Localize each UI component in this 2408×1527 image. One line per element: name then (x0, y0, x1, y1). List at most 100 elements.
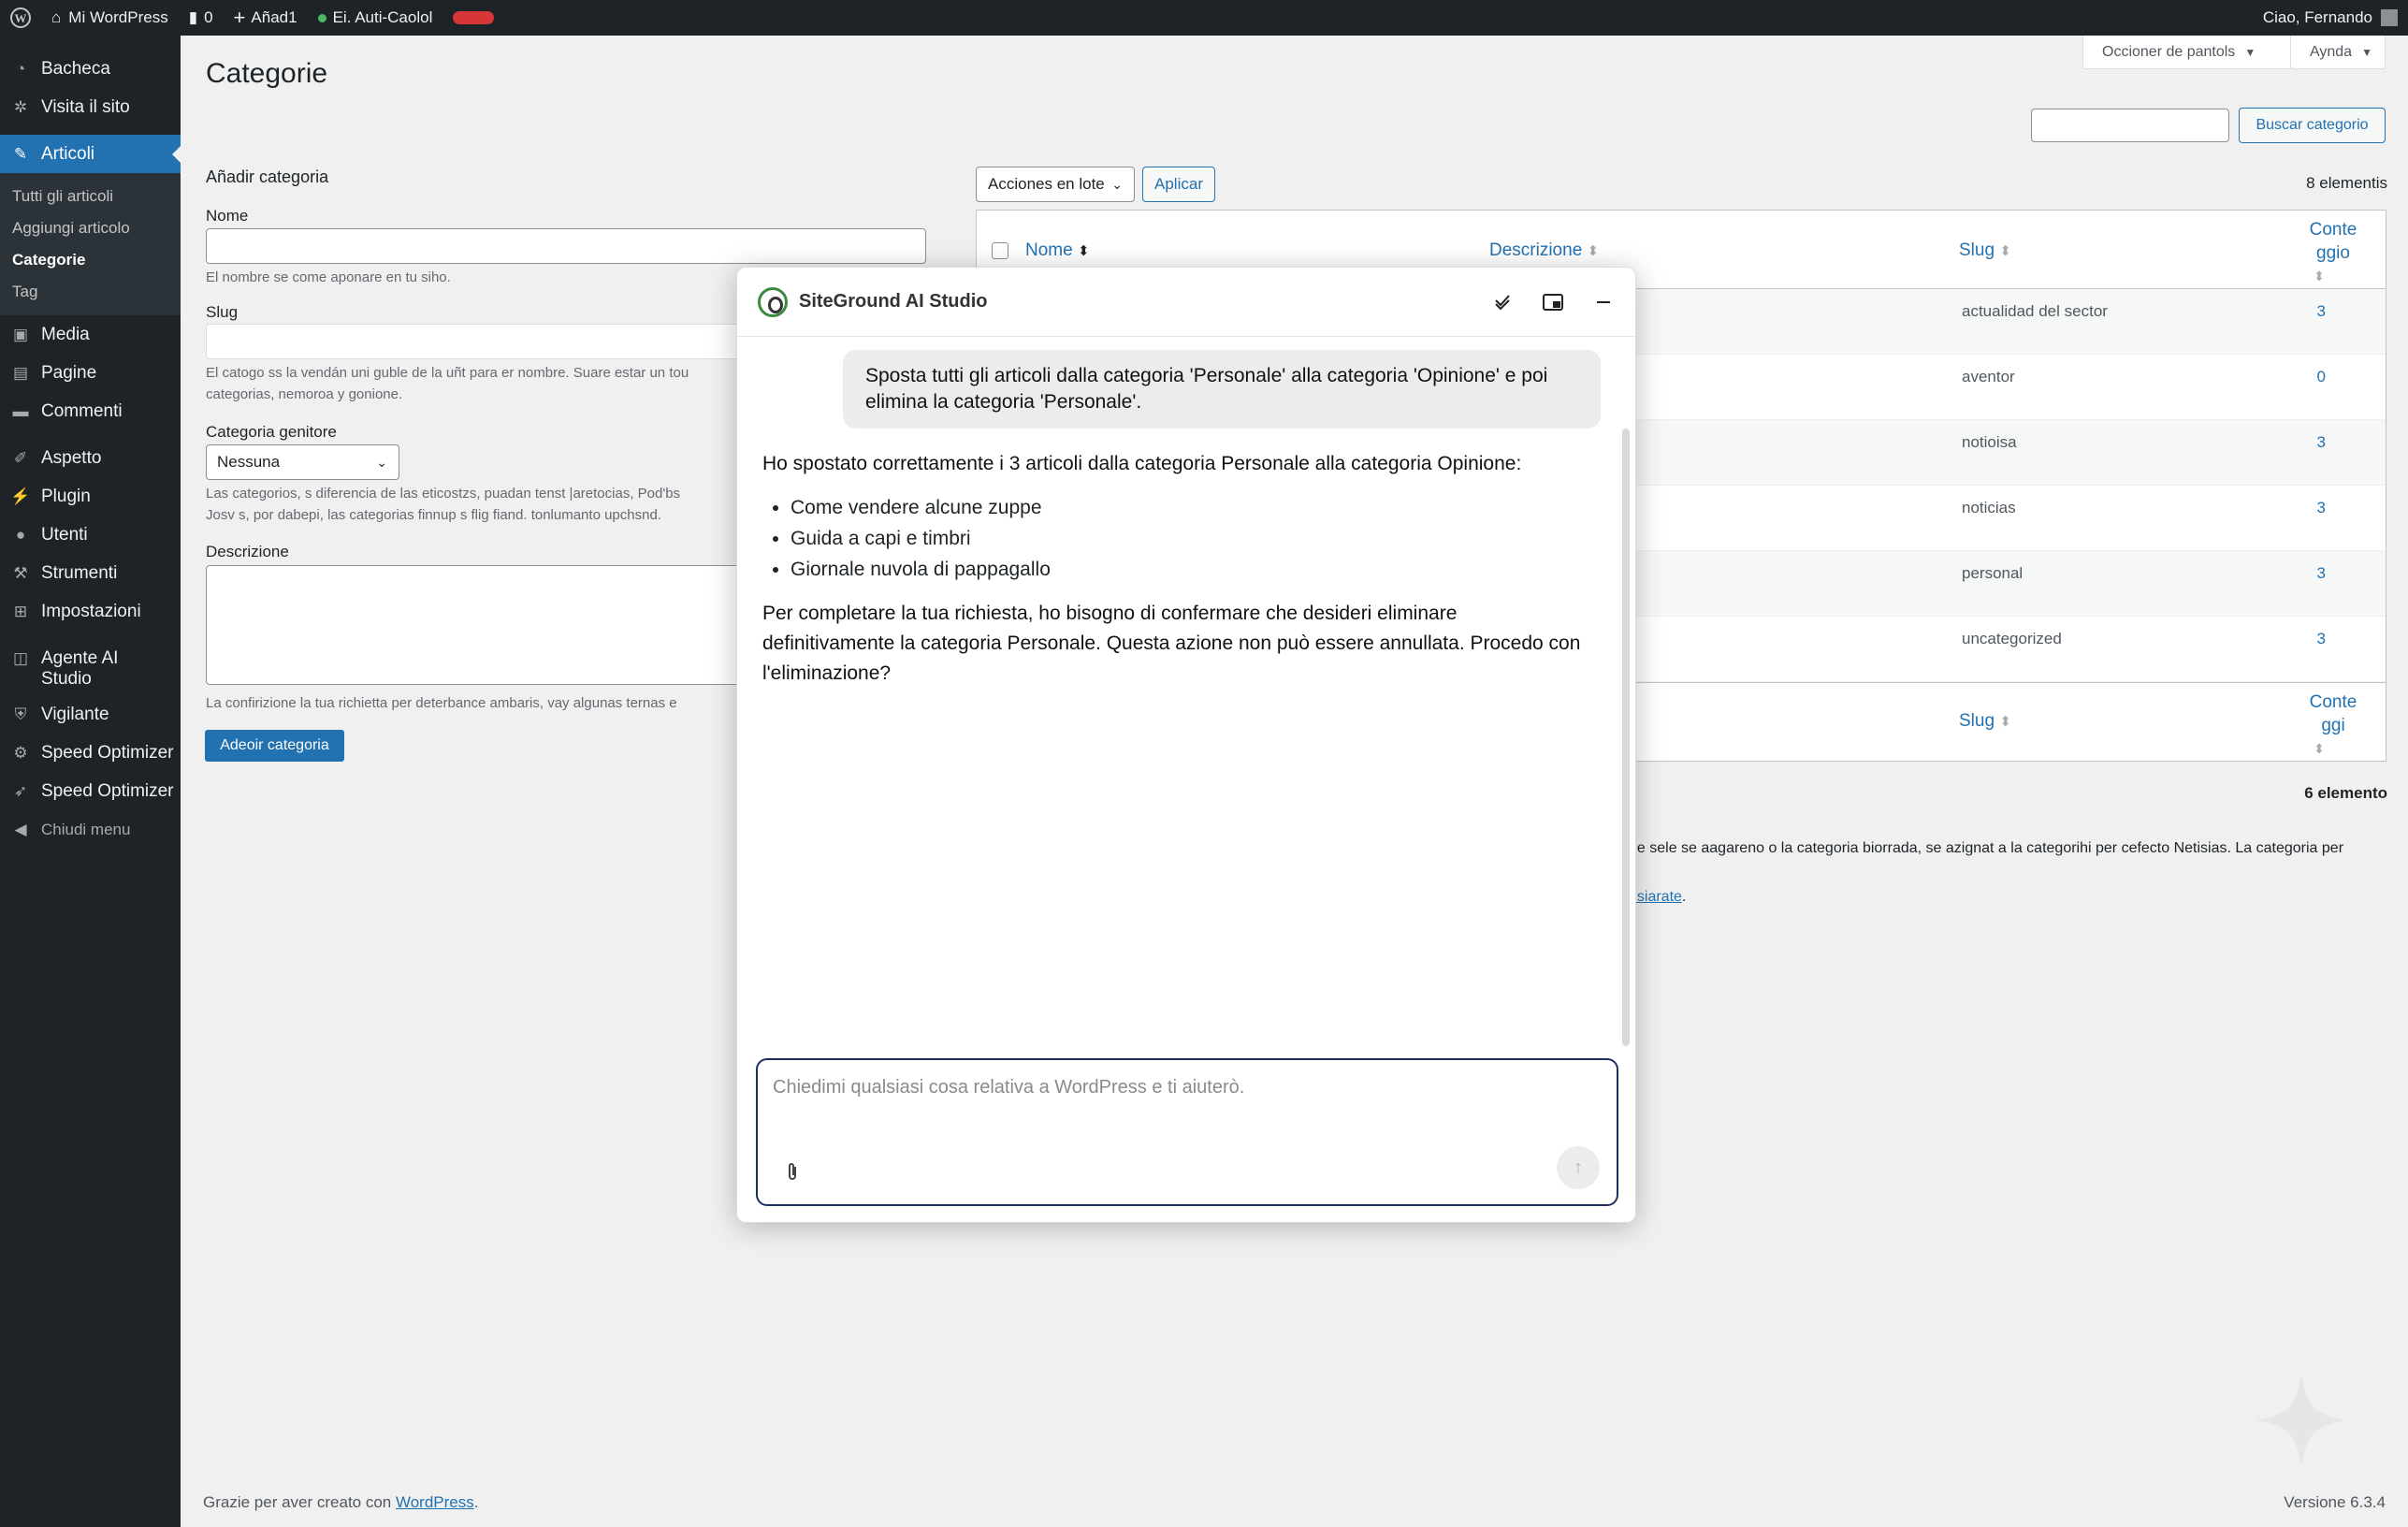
sidebar-item-speed-optimizer-2[interactable]: ➶ Speed Optimizer (0, 772, 181, 810)
user-greeting: Ciao, Fernando (2262, 8, 2372, 26)
count-link[interactable]: 3 (2081, 564, 2361, 583)
sidebar-item-appearance[interactable]: ✐ Aspetto (0, 439, 181, 477)
wordpress-link[interactable]: WordPress (396, 1493, 474, 1511)
chat-scrollbar[interactable] (1622, 429, 1630, 1046)
sort-icon: ⬍ (2314, 269, 2325, 284)
sidebar-item-comments[interactable]: ▬ Commenti (0, 392, 181, 430)
count-link[interactable]: 0 (2081, 368, 2361, 386)
assistant-reply-confirm: Per completare la tua richiesta, ho biso… (762, 603, 1581, 684)
sidebar-item-label: Pagine (41, 362, 97, 383)
column-name[interactable]: Nome ⬍ (1025, 240, 1090, 261)
site-name-link[interactable]: ⌂ Mi WordPress (41, 0, 179, 36)
comments-count: 0 (204, 8, 213, 26)
parent-category-select[interactable]: Nessuna ⌄ (206, 444, 399, 480)
sidebar-item-users[interactable]: ● Utenti (0, 516, 181, 554)
ai-studio-toolbar (1491, 291, 1615, 313)
sidebar-item-label: Chiudi menu (41, 820, 131, 838)
name-label: Nome (206, 207, 249, 225)
submenu-categories[interactable]: Categorie (0, 244, 181, 276)
sidebar-item-pages[interactable]: ▤ Pagine (0, 354, 181, 392)
user-account-menu[interactable]: Ciao, Fernando (2253, 0, 2408, 36)
search-categories-button[interactable]: Buscar categorio (2239, 108, 2386, 143)
sidebar-item-dashboard[interactable]: ◔ Bacheca (0, 50, 181, 88)
sort-icon: ⬍ (2314, 741, 2325, 756)
sidebar-item-settings[interactable]: ⊞ Impostazioni (0, 592, 181, 631)
count-link[interactable]: 3 (2081, 433, 2361, 452)
column-slug-footer[interactable]: Slug ⬍ (1959, 711, 2011, 732)
plugin-status-label: Ei. Auti-Caolol (332, 8, 433, 26)
notification-badge[interactable] (442, 0, 504, 36)
avatar (2381, 9, 2398, 26)
add-category-button[interactable]: Adeoir categoria (205, 730, 344, 762)
column-description[interactable]: Descrizione ⬍ (1489, 240, 1599, 261)
column-description-label: Descrizione (1489, 240, 1583, 260)
new-content-link[interactable]: + Añad1 (224, 0, 308, 36)
sidebar-item-speed-optimizer[interactable]: ⚙ Speed Optimizer (0, 734, 181, 772)
note-link-wrapper: nsiarate. (1629, 889, 1687, 905)
clear-chat-icon[interactable] (1491, 291, 1514, 313)
sidebar-item-visit-site[interactable]: ✲ Visita il sito (0, 88, 181, 126)
comments-link[interactable]: ▮ 0 (179, 0, 224, 36)
help-label: Aynda (2310, 43, 2353, 60)
send-button[interactable]: ↑ (1557, 1146, 1600, 1189)
column-count[interactable]: Conte ggio ⬍ (2296, 218, 2371, 288)
submenu-add-post[interactable]: Aggiungi articolo (0, 212, 181, 244)
slug-hint-line: categorias, nemoroa y gonione. (206, 386, 403, 402)
attach-icon[interactable] (786, 1161, 799, 1187)
help-button[interactable]: Aynda ▼ (2290, 36, 2386, 69)
note-link[interactable]: nsiarate (1629, 889, 1682, 905)
plug-icon: ⚡ (10, 487, 31, 505)
slug-label: Slug (206, 303, 239, 321)
bulk-actions-select[interactable]: Acciones en lote ⌄ (976, 167, 1135, 202)
sidebar-item-plugins[interactable]: ⚡ Plugin (0, 477, 181, 516)
list-item: Giornale nuvola di pappagallo (791, 554, 1051, 585)
wrench-icon: ⚒ (13, 563, 28, 582)
plugin-status-link[interactable]: Ei. Auti-Caolol (308, 0, 443, 36)
description-hint: La confirizione la tua richietta per det… (206, 695, 677, 711)
sort-icon: ⬍ (1587, 243, 1600, 259)
wordpress-logo-icon[interactable]: W (0, 0, 41, 36)
sidebar-item-security[interactable]: ⛨ Vigilante (0, 695, 181, 734)
sidebar-item-tools[interactable]: ⚒ Strumenti (0, 554, 181, 592)
column-slug-label: Slug (1959, 711, 1995, 731)
minimize-icon[interactable] (1592, 291, 1615, 313)
screen-options-button[interactable]: Occioner de pantols ▼ (2082, 36, 2294, 69)
column-slug[interactable]: Slug ⬍ (1959, 240, 2011, 261)
sidebar-item-label: Aspetto (41, 447, 102, 468)
sidebar-item-ai-agent[interactable]: ◫ Agente AI Studio (0, 639, 181, 695)
sort-icon: ⬍ (1077, 243, 1090, 259)
chat-input[interactable]: Chiedimi qualsiasi cosa relativa a WordP… (756, 1058, 1618, 1206)
count-link[interactable]: 3 (2081, 630, 2361, 648)
select-all-checkbox[interactable] (992, 242, 1008, 259)
collapse-menu-button[interactable]: ◀ Chiudi menu (0, 810, 181, 849)
moved-posts-list: Come vendere alcune zuppe Guida a capi e… (791, 492, 1051, 585)
sidebar-item-posts[interactable]: ✎ Articoli (0, 135, 181, 173)
items-count-bottom: 6 elemento (2304, 784, 2387, 802)
count-link[interactable]: 3 (2081, 302, 2361, 321)
search-input[interactable] (2031, 109, 2229, 142)
name-hint: El nombre se come aponare en tu siho. (206, 269, 451, 285)
ai-studio-header: SiteGround AI Studio (737, 268, 1635, 337)
sidebar-item-label: Media (41, 324, 90, 344)
column-count-footer[interactable]: Conte ggi ⬍ (2296, 691, 2371, 761)
parent-hint: Las categorios, s diferencia de las etic… (206, 483, 680, 526)
new-content-label: Añad1 (251, 8, 297, 26)
siteground-logo-icon (758, 286, 788, 317)
plus-icon: + (233, 6, 246, 29)
count-link[interactable]: 3 (2081, 499, 2361, 517)
shield-icon: ⛨ (14, 705, 27, 723)
description-textarea[interactable] (206, 565, 762, 685)
screen-options-label: Occioner de pantols (2102, 43, 2236, 60)
apply-button[interactable]: Aplicar (1142, 167, 1215, 202)
submenu-all-posts[interactable]: Tutti gli articoli (0, 181, 181, 212)
name-field[interactable] (206, 228, 926, 264)
sidebar-item-label: Agente AI Studio (41, 648, 119, 689)
collapse-arrow-icon: ◀ (14, 820, 27, 838)
dock-panel-icon[interactable] (1542, 291, 1564, 313)
posts-submenu: Tutti gli articoli Aggiungi articolo Cat… (0, 173, 181, 315)
footer-version: Versione 6.3.4 (2284, 1493, 2386, 1511)
submenu-tags[interactable]: Tag (0, 276, 181, 308)
sidebar-item-media[interactable]: ▣ Media (0, 315, 181, 354)
slug-field[interactable] (206, 324, 762, 359)
slug-hint-line: El catogo ss la vendán uni guble de la u… (206, 365, 689, 381)
